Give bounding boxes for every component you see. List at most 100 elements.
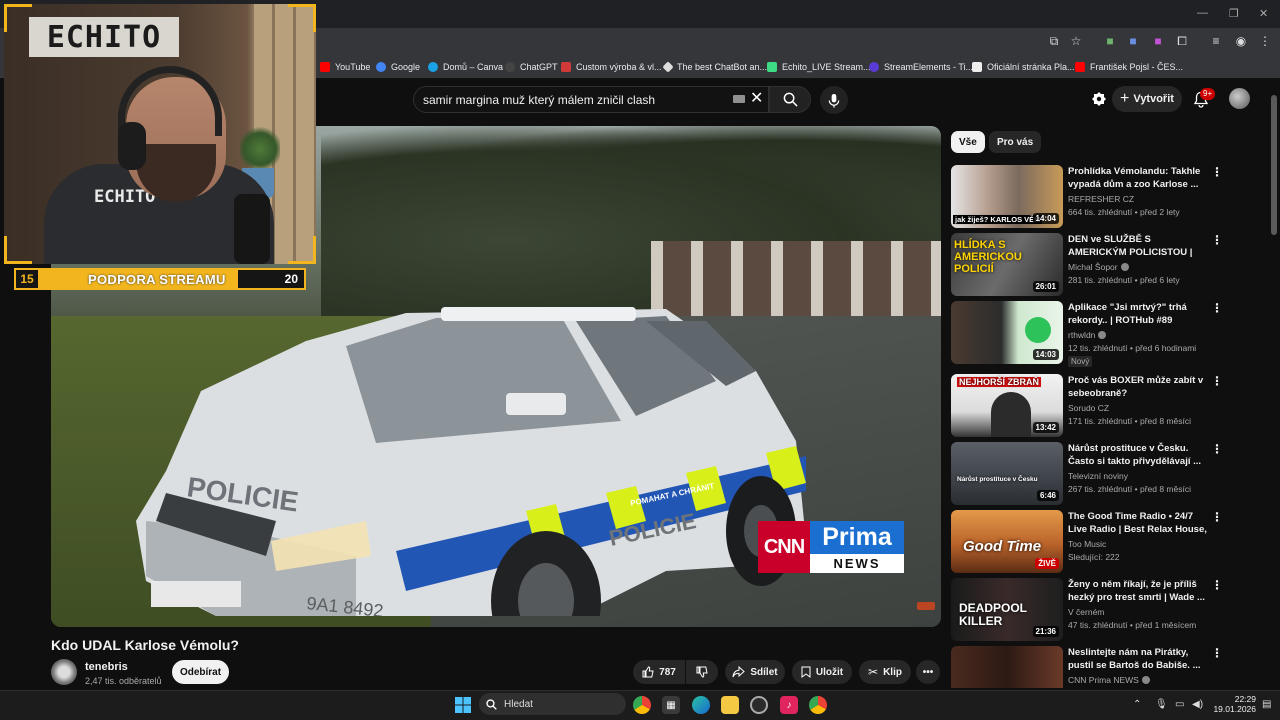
recommendation-channel[interactable]: rthwldn — [1068, 330, 1107, 340]
recommendation-item[interactable]: 14:03 Aplikace "Jsi mrtvý?" trhá rekordy… — [951, 301, 1261, 367]
video-thumbnail[interactable]: Nárůst prostituce v Česku 6:46 — [951, 442, 1063, 505]
edge-taskbar-icon[interactable] — [692, 696, 710, 714]
more-vertical-icon[interactable]: ⋮ — [1211, 234, 1223, 246]
video-thumbnail[interactable]: NEJHORŠÍ ZBRAŇ 13:42 — [951, 374, 1063, 437]
recommendation-title[interactable]: Neslintejte nám na Pirátky, pustil se Ba… — [1068, 646, 1208, 672]
windows-start-icon[interactable] — [455, 697, 471, 713]
dislike-button[interactable] — [686, 660, 718, 684]
search-button[interactable] — [769, 86, 811, 113]
clip-button[interactable]: ✂ Klip — [859, 660, 911, 684]
browser-menu-icon[interactable]: ⋮ — [1257, 33, 1273, 49]
recommendation-channel[interactable]: V černém — [1068, 607, 1104, 617]
recommendation-title[interactable]: Nárůst prostituce v Česku. Často si takt… — [1068, 442, 1208, 468]
clear-search-icon[interactable]: ✕ — [750, 89, 763, 109]
bookmark-chatbot[interactable]: The best ChatBot an... — [662, 59, 767, 75]
notification-center-icon[interactable]: ▤ — [1262, 699, 1271, 710]
bookmark-star-icon[interactable]: ☆ — [1068, 33, 1084, 49]
obs-taskbar-icon[interactable] — [750, 696, 768, 714]
google-favicon-icon — [376, 62, 386, 72]
bookmark-oficialni-stranka[interactable]: Oficiální stránka Pla... — [972, 59, 1075, 75]
chrome-taskbar-icon[interactable] — [633, 696, 651, 714]
keyboard-icon[interactable] — [733, 95, 745, 103]
more-vertical-icon[interactable]: ⋮ — [1211, 375, 1223, 387]
more-actions-button[interactable]: ••• — [916, 660, 940, 684]
profile-icon[interactable]: ◉ — [1233, 33, 1249, 49]
maximize-icon[interactable]: ❐ — [1229, 7, 1239, 20]
taskbar-search[interactable]: Hledat — [479, 693, 626, 715]
reading-list-icon[interactable]: ≡ — [1208, 33, 1224, 49]
voice-search-button[interactable] — [820, 86, 848, 114]
tiktok-taskbar-icon[interactable]: ♪ — [780, 696, 798, 714]
tray-chevron-up-icon[interactable]: ⌃ — [1133, 699, 1141, 710]
more-vertical-icon[interactable]: ⋮ — [1211, 166, 1223, 178]
recommendation-title[interactable]: Ženy o něm říkají, že je příliš hezký pr… — [1068, 578, 1208, 604]
channel-avatar[interactable] — [51, 659, 77, 685]
extensions-puzzle-icon[interactable]: ⧠ — [1174, 33, 1190, 49]
bookmark-echito-live[interactable]: Echito_LIVE Stream... — [767, 59, 871, 75]
page-scrollbar[interactable] — [1271, 95, 1277, 235]
recommendation-channel[interactable]: Too Music — [1068, 539, 1106, 549]
recommendation-channel[interactable]: REFRESHER CZ — [1068, 194, 1134, 204]
more-vertical-icon[interactable]: ⋮ — [1211, 443, 1223, 455]
close-window-icon[interactable]: ✕ — [1259, 7, 1268, 20]
bookmark-frantisek-pojsl[interactable]: František Pojsl - ČES... — [1075, 59, 1183, 75]
save-button[interactable]: Uložit — [792, 660, 852, 684]
bookmark-chatgpt[interactable]: ChatGPT — [505, 59, 558, 75]
more-vertical-icon[interactable]: ⋮ — [1211, 302, 1223, 314]
create-button[interactable]: + Vytvořit — [1112, 86, 1182, 112]
recommendation-title[interactable]: Aplikace "Jsi mrtvý?" trhá rekordy.. | R… — [1068, 301, 1208, 327]
account-avatar[interactable] — [1229, 88, 1250, 109]
recommendation-item[interactable]: Good Time ŽIVĚ The Good Time Radio • 24/… — [951, 510, 1261, 573]
channel-name[interactable]: tenebris — [85, 661, 128, 673]
tray-network-icon[interactable]: ▭ — [1175, 699, 1184, 710]
extension-icon[interactable]: ■ — [1150, 33, 1166, 49]
recommendation-item[interactable]: DEADPOOL KILLER 21:36 Ženy o něm říkají,… — [951, 578, 1261, 641]
minimize-icon[interactable]: — — [1197, 7, 1208, 19]
recommendation-channel[interactable]: CNN Prima NEWS — [1068, 675, 1150, 685]
recommendation-item[interactable]: NEJHORŠÍ ZBRAŇ 13:42 Proč vás BOXER může… — [951, 374, 1261, 437]
store-taskbar-icon[interactable]: ▦ — [662, 696, 680, 714]
frame-corner — [4, 236, 32, 264]
translate-extension-icon[interactable]: ■ — [1125, 33, 1141, 49]
tray-microphone-icon[interactable]: 🎙︎ — [1155, 699, 1168, 710]
share-button[interactable]: Sdílet — [725, 660, 785, 684]
recommendation-title[interactable]: DEN ve SLUŽBĚ S AMERICKÝM POLICISTOU | H… — [1068, 233, 1208, 259]
recommendation-title[interactable]: Prohlídka Vémolandu: Takhle vypadá dům a… — [1068, 165, 1208, 191]
cast-icon[interactable] — [1091, 91, 1107, 107]
chip-for-you[interactable]: Pro vás — [989, 131, 1042, 153]
recommendation-channel[interactable]: Sorudo CZ — [1068, 403, 1109, 413]
chip-all[interactable]: Vše — [951, 131, 985, 153]
subscribe-button[interactable]: Odebírat — [172, 660, 229, 684]
video-thumbnail[interactable] — [951, 646, 1063, 688]
video-thumbnail[interactable]: HLÍDKA S AMERICKOU POLICIÍ 26:01 — [951, 233, 1063, 296]
tray-volume-icon[interactable]: ◀) — [1192, 699, 1203, 710]
file-explorer-taskbar-icon[interactable] — [721, 696, 739, 714]
recommendation-channel[interactable]: Michal Šopor — [1068, 262, 1129, 272]
bookmark-streamelements[interactable]: StreamElements - Ti... — [869, 59, 973, 75]
like-button[interactable]: 787 — [633, 660, 685, 684]
search-input[interactable]: samir margina muž který málem zničil cla… — [413, 86, 769, 113]
recommendation-title[interactable]: The Good Time Radio • 24/7 Live Radio | … — [1068, 510, 1208, 536]
bookmark-google[interactable]: Google — [376, 59, 420, 75]
recommendation-item[interactable]: jak žiješ? KARLOS VĚM 14:04 Prohlídka Vé… — [951, 165, 1261, 228]
extension-icon[interactable]: ■ — [1102, 33, 1118, 49]
more-vertical-icon[interactable]: ⋮ — [1211, 511, 1223, 523]
microphone-icon — [828, 93, 840, 108]
more-vertical-icon[interactable]: ⋮ — [1211, 579, 1223, 591]
bookmark-youtube[interactable]: YouTube — [320, 59, 370, 75]
more-vertical-icon[interactable]: ⋮ — [1211, 647, 1223, 659]
video-thumbnail[interactable]: jak žiješ? KARLOS VĚM 14:04 — [951, 165, 1063, 228]
recommendation-item[interactable]: Nárůst prostituce v Česku 6:46 Nárůst pr… — [951, 442, 1261, 505]
chrome-profile-taskbar-icon[interactable] — [809, 696, 827, 714]
video-thumbnail[interactable]: DEADPOOL KILLER 21:36 — [951, 578, 1063, 641]
video-thumbnail[interactable]: Good Time ŽIVĚ — [951, 510, 1063, 573]
bookmark-canva[interactable]: Domů – Canva — [428, 59, 503, 75]
recommendation-item[interactable]: HLÍDKA S AMERICKOU POLICIÍ 26:01 DEN ve … — [951, 233, 1261, 296]
recommendation-title[interactable]: Proč vás BOXER může zabít v sebeobraně? — [1068, 374, 1208, 400]
taskbar-clock[interactable]: 22:29 19.01.2026 — [1208, 694, 1256, 714]
recommendation-item[interactable]: Neslintejte nám na Pirátky, pustil se Ba… — [951, 646, 1261, 688]
recommendation-channel[interactable]: Televizní noviny — [1068, 471, 1128, 481]
bookmark-custom-vyroba[interactable]: Custom výroba & vl... — [561, 59, 662, 75]
video-thumbnail[interactable]: 14:03 — [951, 301, 1063, 364]
cast-icon[interactable]: ⧉ — [1046, 33, 1062, 49]
